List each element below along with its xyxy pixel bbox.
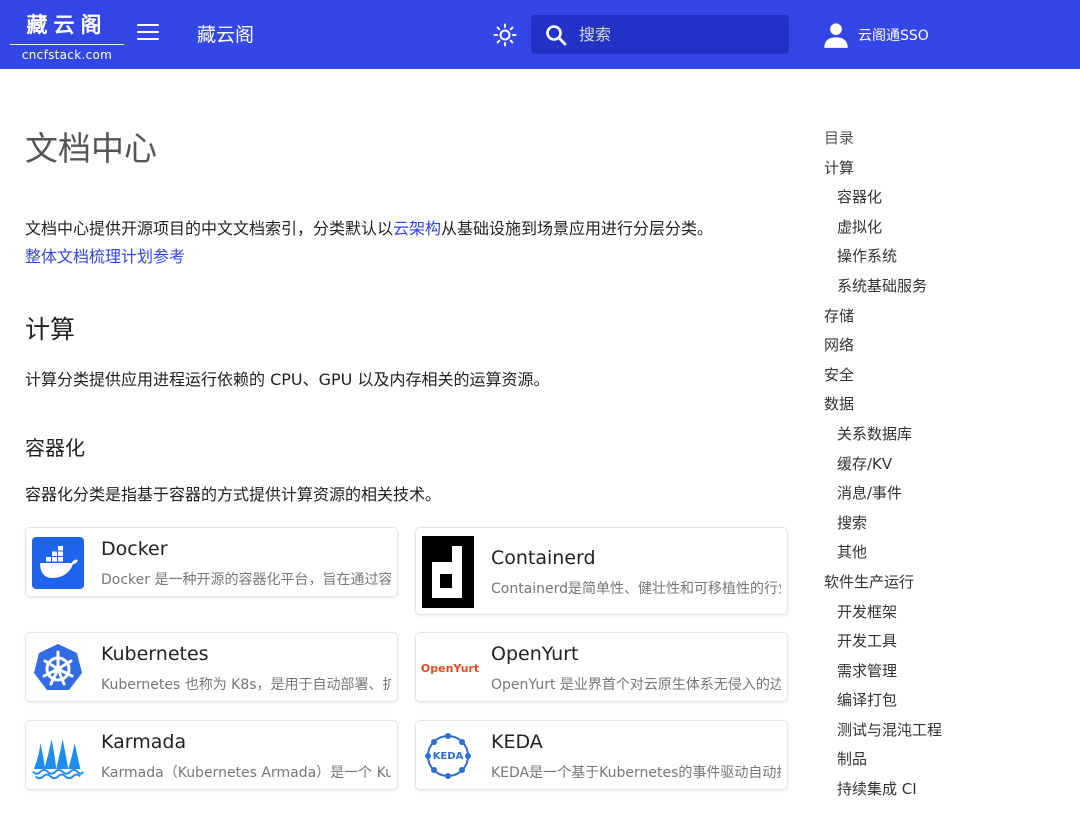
project-card-openyurt[interactable]: OpenYurt OpenYurt OpenYurt 是业界首个对云原生体系无侵… [415, 632, 788, 702]
table-of-contents: 目录 计算 容器化 虚拟化 操作系统 系统基础服务 存储 网络 安全 数据 关系数据库 缓存/KV 消… [824, 124, 1074, 805]
card-description: Containerd是简单性、健壮性和可移植性的行业标准容器运行时 [491, 581, 781, 597]
openyurt-icon: OpenYurt [420, 642, 480, 694]
toc-link[interactable]: 其他 [824, 538, 1074, 568]
doc-plan-link[interactable]: 整体文档梳理计划参考 [25, 247, 185, 266]
card-title: OpenYurt [491, 643, 579, 665]
toc-link[interactable]: 网络 [824, 331, 1074, 361]
section-desc-containerization: 容器化分类是指基于容器的方式提供计算资源的相关技术。 [25, 485, 442, 504]
logo-divider [10, 44, 124, 45]
project-card-kubernetes[interactable]: Kubernetes Kubernetes 也称为 K8s，是用于自动部署、扩缩… [25, 632, 398, 702]
user-icon [824, 23, 848, 48]
toc-link[interactable]: 数据 [824, 390, 1074, 420]
card-description: Karmada（Kubernetes Armada）是一个 Kubernetes… [101, 765, 391, 781]
toc-link[interactable]: 安全 [824, 361, 1074, 391]
toc-link[interactable]: 存储 [824, 302, 1074, 332]
toc-link[interactable]: 搜索 [824, 509, 1074, 539]
hamburger-menu-icon[interactable] [137, 24, 159, 42]
search-icon [546, 25, 567, 46]
toc-link[interactable]: 开发工具 [824, 627, 1074, 657]
page-title: 文档中心 [25, 129, 157, 168]
keda-logo-text: KEDA [432, 750, 464, 762]
kubernetes-icon [34, 644, 82, 690]
intro-text: 文档中心提供开源项目的中文文档索引，分类默认以 [25, 219, 394, 238]
toc-link[interactable]: 持续集成 CI [824, 775, 1074, 805]
card-title: Docker [101, 538, 168, 560]
openyurt-logo-text: OpenYurt [420, 661, 480, 675]
card-description: OpenYurt 是业界首个对云原生体系无侵入的边缘计算平台 [491, 677, 781, 693]
toc-link[interactable]: 虚拟化 [824, 213, 1074, 243]
toc-link[interactable]: 软件生产运行 [824, 568, 1074, 598]
toc-link[interactable]: 开发框架 [824, 598, 1074, 628]
toc-link[interactable]: 关系数据库 [824, 420, 1074, 450]
project-card-keda[interactable]: KEDA KEDA KEDA是一个基于Kubernetes的事件驱动自动扩缩器 [415, 720, 788, 790]
site-title[interactable]: 藏云阁 [197, 22, 254, 48]
card-title: Containerd [491, 547, 596, 569]
toc-heading: 目录 [824, 129, 855, 147]
project-card-docker[interactable]: Docker Docker 是一种开源的容器化平台，旨在通过容器化技术简化应用程… [25, 527, 398, 597]
toc-link[interactable]: 缓存/KV [824, 450, 1074, 480]
card-title: Kubernetes [101, 643, 209, 665]
logo-title: 藏云阁 [26, 13, 108, 37]
search-input[interactable] [579, 22, 779, 47]
containerd-icon [422, 536, 474, 608]
karmada-icon [32, 739, 84, 780]
toc-link[interactable]: 系统基础服务 [824, 272, 1074, 302]
section-desc-compute: 计算分类提供应用进程运行依赖的 CPU、GPU 以及内存相关的运算资源。 [25, 370, 550, 389]
toc-link[interactable]: 测试与混沌工程 [824, 716, 1074, 746]
toc-link[interactable]: 计算 [824, 154, 1074, 184]
card-description: Docker 是一种开源的容器化平台，旨在通过容器化技术简化应用程序的开发和部署 [101, 572, 391, 588]
toc-link[interactable]: 编译打包 [824, 686, 1074, 716]
card-title: Karmada [101, 731, 187, 753]
top-app-bar: 藏云阁 cncfstack.com 藏云阁 云阁通SSO [0, 0, 1080, 69]
cloud-architecture-link[interactable]: 云架构 [393, 219, 441, 238]
toc-link[interactable]: 制品 [824, 745, 1074, 775]
toc-link[interactable]: 操作系统 [824, 242, 1074, 272]
site-logo[interactable]: 藏云阁 cncfstack.com [10, 10, 124, 65]
card-description: KEDA是一个基于Kubernetes的事件驱动自动扩缩器 [491, 765, 781, 781]
toc-link[interactable]: 消息/事件 [824, 479, 1074, 509]
docker-icon [32, 537, 84, 589]
intro-paragraph: 文档中心提供开源项目的中文文档索引，分类默认以云架构从基础设施到场景应用进行分层… [25, 215, 785, 271]
section-heading-containerization: 容器化 [25, 436, 85, 460]
toc-link[interactable]: 需求管理 [824, 657, 1074, 687]
project-card-containerd[interactable]: Containerd Containerd是简单性、健壮性和可移植性的行业标准容… [415, 527, 788, 615]
section-heading-compute: 计算 [25, 315, 76, 344]
user-label: 云阁通SSO [858, 28, 929, 44]
card-description: Kubernetes 也称为 K8s，是用于自动部署、扩缩和管理容器化应用程序的… [101, 677, 391, 693]
toc-list: 计算 容器化 虚拟化 操作系统 系统基础服务 存储 网络 安全 数据 关系数据库 缓存/KV 消息/事… [824, 154, 1074, 805]
intro-text-tail: 从基础设施到场景应用进行分层分类。 [441, 219, 714, 238]
logo-subtitle: cncfstack.com [21, 48, 113, 62]
search-box[interactable] [531, 15, 789, 54]
project-card-karmada[interactable]: Karmada Karmada（Kubernetes Armada）是一个 Ku… [25, 720, 398, 790]
user-account-button[interactable]: 云阁通SSO [822, 20, 929, 50]
theme-toggle-icon[interactable] [493, 23, 517, 47]
card-title: KEDA [491, 731, 543, 753]
keda-icon: KEDA [422, 730, 474, 782]
toc-link[interactable]: 容器化 [824, 183, 1074, 213]
